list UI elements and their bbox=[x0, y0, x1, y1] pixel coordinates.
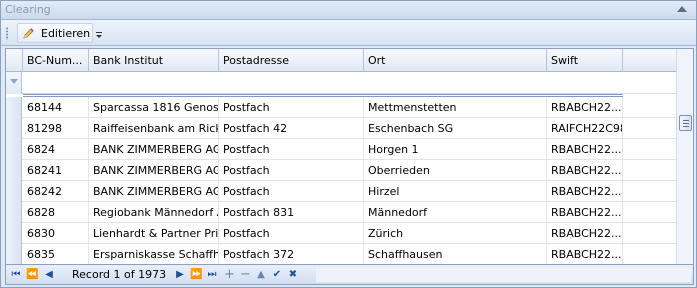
cell-swift[interactable]: RBABCH22... bbox=[547, 97, 623, 118]
cell-bank-institut[interactable]: Regiobank Männedorf AG bbox=[89, 202, 219, 223]
row-indicator[interactable] bbox=[6, 223, 22, 244]
row-indicator[interactable] bbox=[6, 202, 22, 223]
cell-ort[interactable]: Eschenbach SG bbox=[364, 118, 547, 139]
cell-bc-num[interactable]: 6830 bbox=[23, 223, 89, 244]
panel-title: Clearing bbox=[5, 3, 51, 16]
cell-postadresse[interactable]: Postfach bbox=[219, 181, 364, 202]
edit-button[interactable]: Editieren bbox=[17, 23, 93, 43]
cell-bank-institut[interactable]: BANK ZIMMERBERG AG bbox=[89, 181, 219, 202]
toolbar-grip-icon[interactable] bbox=[6, 27, 8, 40]
row-indicator[interactable] bbox=[6, 139, 22, 160]
table-row[interactable]: 68242 BANK ZIMMERBERG AG Postfach Hirzel RBA… bbox=[6, 181, 676, 202]
cell-ort[interactable]: Oberrieden bbox=[364, 160, 547, 181]
column-header-bc-num[interactable]: BC-Num... bbox=[23, 49, 89, 72]
toolbar-options-icon[interactable] bbox=[95, 32, 103, 40]
cell-postadresse[interactable]: Postfach bbox=[219, 139, 364, 160]
clearing-panel: Clearing Editieren BC-Num... Bank Instit… bbox=[0, 0, 697, 288]
cell-postadresse[interactable]: Postfach 42 bbox=[219, 118, 364, 139]
panel-titlebar: Clearing bbox=[1, 1, 696, 20]
scrollbar-grip-icon bbox=[683, 120, 689, 127]
vertical-scrollbar[interactable] bbox=[676, 49, 693, 264]
row-indicator[interactable] bbox=[6, 97, 22, 118]
record-navigator: ⏮ ⏪ ◀ Record 1 of 1973 ▶ ⏩ ⏭ + − ▲ ✔ ✖ bbox=[5, 265, 694, 285]
table-row[interactable]: 6830 Lienhardt & Partner Pri... Postfach Zü… bbox=[6, 223, 676, 244]
row-indicator[interactable] bbox=[6, 181, 22, 202]
cell-bank-institut[interactable]: Lienhardt & Partner Pri... bbox=[89, 223, 219, 244]
cell-bc-num[interactable]: 68144 bbox=[23, 97, 89, 118]
cell-bc-num[interactable]: 6824 bbox=[23, 139, 89, 160]
cell-swift[interactable]: RBABCH22... bbox=[547, 160, 623, 181]
cell-swift[interactable]: RBABCH22... bbox=[547, 139, 623, 160]
cell-bank-institut[interactable]: Raiffeisenbank am Ricken bbox=[89, 118, 219, 139]
delete-icon[interactable]: − bbox=[240, 268, 251, 282]
cell-swift[interactable]: RBABCH22... bbox=[547, 244, 623, 264]
prev-icon[interactable]: ◀ bbox=[44, 268, 54, 282]
edit-icon[interactable]: ▲ bbox=[256, 268, 266, 282]
filter-icon bbox=[10, 79, 18, 84]
cell-swift[interactable]: RBABCH22... bbox=[547, 181, 623, 202]
cancel-edit-icon[interactable]: ✖ bbox=[287, 268, 299, 282]
edit-button-label: Editieren bbox=[41, 27, 91, 40]
filter-row-indicator bbox=[6, 72, 22, 94]
record-counter: Record 1 of 1973 bbox=[72, 268, 167, 281]
cell-bc-num[interactable]: 68242 bbox=[23, 181, 89, 202]
cell-bc-num[interactable]: 6835 bbox=[23, 244, 89, 264]
last-icon[interactable]: ⏭ bbox=[206, 268, 218, 282]
table-row[interactable]: 6828 Regiobank Männedorf AG Postfach 831 Mä… bbox=[6, 202, 676, 223]
row-indicator[interactable] bbox=[6, 244, 22, 264]
toolbar: Editieren bbox=[1, 20, 696, 46]
cell-postadresse[interactable]: Postfach 372 bbox=[219, 244, 364, 264]
cell-ort[interactable]: Schaffhausen bbox=[364, 244, 547, 264]
row-indicator[interactable] bbox=[6, 160, 22, 181]
column-header-swift[interactable]: Swift bbox=[547, 49, 623, 72]
scrollbar-thumb[interactable] bbox=[679, 115, 692, 131]
cell-swift[interactable]: RBABCH22... bbox=[547, 202, 623, 223]
cell-ort[interactable]: Männedorf bbox=[364, 202, 547, 223]
append-icon[interactable]: + bbox=[224, 268, 235, 282]
cell-bank-institut[interactable]: BANK ZIMMERBERG AG bbox=[89, 139, 219, 160]
collapse-icon[interactable] bbox=[677, 6, 687, 12]
column-header-bank-institut[interactable]: Bank Institut bbox=[89, 49, 219, 72]
next-page-icon[interactable]: ⏩ bbox=[190, 268, 202, 282]
table-row[interactable]: 68241 BANK ZIMMERBERG AG Postfach Oberriede… bbox=[6, 160, 676, 181]
prev-page-icon[interactable]: ⏪ bbox=[26, 268, 38, 282]
cell-postadresse[interactable]: Postfach bbox=[219, 160, 364, 181]
cell-bank-institut[interactable]: BANK ZIMMERBERG AG bbox=[89, 160, 219, 181]
pencil-icon bbox=[23, 28, 34, 39]
cell-bc-num[interactable]: 81298 bbox=[23, 118, 89, 139]
cell-swift[interactable]: RBABCH22... bbox=[547, 223, 623, 244]
cell-bc-num[interactable]: 6828 bbox=[23, 202, 89, 223]
row-indicator[interactable] bbox=[6, 118, 22, 139]
table-row[interactable]: 81298Raiffeisenbank am RickenPostfach 42… bbox=[6, 118, 676, 139]
cell-postadresse[interactable]: Postfach bbox=[219, 97, 364, 118]
cell-ort[interactable]: Mettmenstetten bbox=[364, 97, 547, 118]
cell-ort[interactable]: Horgen 1 bbox=[364, 139, 547, 160]
grid-header: BC-Num... Bank Institut Postadresse Ort … bbox=[6, 49, 693, 72]
cell-ort[interactable]: Zürich bbox=[364, 223, 547, 244]
cell-bc-num[interactable]: 68241 bbox=[23, 160, 89, 181]
header-indicator bbox=[6, 49, 23, 72]
table-row[interactable]: 68144 Sparcassa 1816 Genos... Postfach Mett… bbox=[6, 97, 676, 118]
clearing-grid: BC-Num... Bank Institut Postadresse Ort … bbox=[5, 48, 694, 265]
cell-bank-institut[interactable]: Sparcassa 1816 Genos... bbox=[89, 97, 219, 118]
cell-bank-institut[interactable]: Ersparniskasse Schaffh... bbox=[89, 244, 219, 264]
horizontal-scrollbar[interactable] bbox=[316, 268, 691, 282]
table-row[interactable]: 6835 Ersparniskasse Schaffh... Postfach 37… bbox=[6, 244, 676, 264]
filter-row[interactable] bbox=[6, 72, 693, 94]
next-icon[interactable]: ▶ bbox=[175, 268, 185, 282]
cell-postadresse[interactable]: Postfach bbox=[219, 223, 364, 244]
column-header-postadresse[interactable]: Postadresse bbox=[219, 49, 364, 72]
first-icon[interactable]: ⏮ bbox=[10, 268, 22, 282]
cell-postadresse[interactable]: Postfach 831 bbox=[219, 202, 364, 223]
end-edit-icon[interactable]: ✔ bbox=[271, 268, 283, 282]
cell-ort[interactable]: Hirzel bbox=[364, 181, 547, 202]
column-header-ort[interactable]: Ort bbox=[364, 49, 547, 72]
table-row[interactable]: 6824 BANK ZIMMERBERG AG Postfach Horgen 1 RB… bbox=[6, 139, 676, 160]
cell-swift[interactable]: RAIFCH22C98 bbox=[547, 118, 623, 139]
